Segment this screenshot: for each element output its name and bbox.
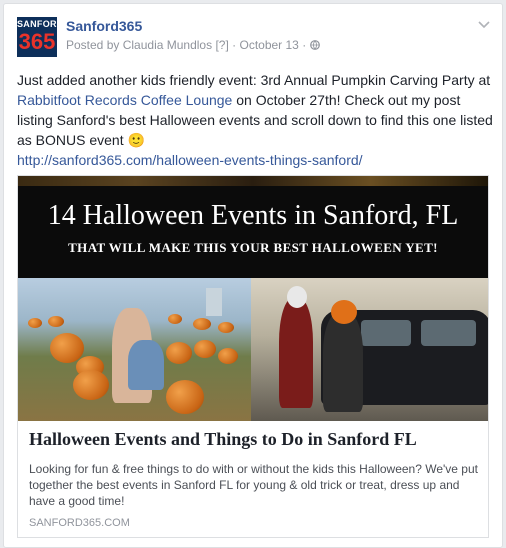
link-domain: SANFORD365.COM	[29, 517, 130, 529]
chevron-down-icon[interactable]	[478, 18, 490, 32]
banner-subtitle: THAT WILL MAKE THIS YOUR BEST HALLOWEEN …	[68, 240, 438, 255]
link-attachment[interactable]: 14 Halloween Events in Sanford, FL THAT …	[17, 175, 489, 538]
logo-text-top: SANFORD	[17, 19, 57, 29]
post-text: Just added another kids friendly event: …	[17, 70, 495, 170]
logo-text-number: 365	[18, 29, 56, 54]
meta-separator-2: ·	[302, 38, 307, 52]
post-url-link[interactable]: http://sanford365.com/halloween-events-t…	[17, 152, 363, 168]
page-logo[interactable]: SANFORD 365	[17, 17, 57, 57]
link-title[interactable]: Halloween Events and Things to Do in San…	[29, 429, 479, 450]
page-name-link[interactable]: Sanford365	[66, 18, 142, 34]
pumpkin-patch-photo[interactable]	[18, 278, 251, 421]
author-name[interactable]: Claudia Mundlos	[123, 38, 212, 52]
smile-emoji-icon: 🙂	[127, 132, 145, 148]
link-preview[interactable]: Halloween Events and Things to Do in San…	[18, 421, 488, 537]
post-meta: Posted by Claudia Mundlos [?] · October …	[66, 38, 320, 52]
meta-separator: ·	[232, 38, 237, 52]
banner-background-lights	[18, 176, 488, 186]
venue-link[interactable]: Rabbitfoot Records Coffee Lounge	[17, 92, 232, 108]
costume-car-photo[interactable]	[251, 278, 488, 421]
post-date[interactable]: October 13	[239, 38, 298, 52]
post-card: SANFORD 365 Sanford365 Posted by Claudia…	[3, 3, 503, 548]
link-description: Looking for fun & free things to do with…	[29, 462, 478, 508]
attachment-banner[interactable]: 14 Halloween Events in Sanford, FL THAT …	[18, 176, 488, 278]
globe-icon[interactable]	[309, 40, 320, 50]
author-badge[interactable]: [?]	[215, 38, 228, 52]
post-text-part1: Just added another kids friendly event: …	[17, 72, 491, 88]
posted-by-label: Posted by	[66, 38, 120, 52]
banner-title: 14 Halloween Events in Sanford, FL	[47, 200, 459, 231]
